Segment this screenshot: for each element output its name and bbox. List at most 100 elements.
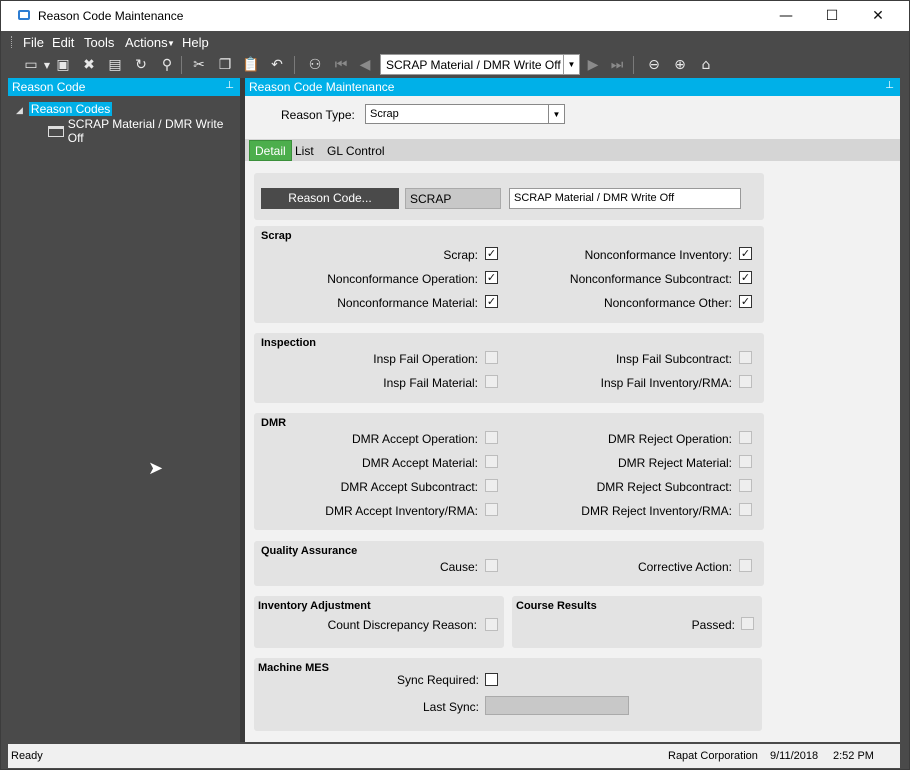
status-time: 2:52 PM — [833, 750, 874, 762]
cause-label: Cause: — [439, 560, 478, 574]
nonconformance-subcontract-label: Nonconformance Subcontract: — [569, 272, 732, 286]
reason-code-button[interactable]: Reason Code... — [261, 188, 399, 209]
dmr-accept-subcontract-checkbox[interactable] — [485, 479, 498, 492]
save-icon[interactable]: ▣ — [53, 55, 73, 75]
delete-icon[interactable]: ✖ — [79, 55, 99, 75]
insp-fail-operation-checkbox[interactable] — [485, 351, 498, 364]
menu-help[interactable]: Help — [182, 35, 209, 50]
corrective-action-checkbox[interactable] — [739, 559, 752, 572]
quality-assurance-group: Quality Assurance Cause: Corrective Acti… — [254, 541, 764, 586]
sync-required-label: Sync Required: — [396, 673, 479, 687]
tree-panel-header: Reason Code ⊥ — [8, 78, 240, 96]
insp-fail-material-checkbox[interactable] — [485, 375, 498, 388]
actions-dropdown-icon: ▼ — [167, 39, 175, 48]
dmr-reject-subcontract-checkbox[interactable] — [739, 479, 752, 492]
menu-tools[interactable]: Tools — [84, 35, 114, 50]
course-results-group: Course Results Passed: — [512, 596, 762, 648]
copy-icon[interactable]: ❐ — [215, 55, 235, 75]
tree-root-node[interactable]: ◢ Reason Codes — [16, 102, 113, 116]
open-book-icon[interactable]: ▤ — [105, 55, 125, 75]
scrap-group: Scrap Scrap: ✓ Nonconformance Operation:… — [254, 226, 764, 323]
menu-edit[interactable]: Edit — [52, 35, 74, 50]
next-record-icon[interactable]: ▶ — [583, 55, 603, 75]
pin-icon[interactable]: ⊥ — [885, 80, 894, 91]
cut-icon[interactable]: ✂ — [189, 55, 209, 75]
detail-panel-header: Reason Code Maintenance ⊥ — [245, 78, 900, 96]
status-company: Rapat Corporation — [668, 750, 758, 762]
machine-mes-group-title: Machine MES — [258, 662, 329, 674]
nonconformance-subcontract-checkbox[interactable]: ✓ — [739, 271, 752, 284]
count-discrepancy-reason-checkbox[interactable] — [485, 618, 498, 631]
menu-file[interactable]: File — [23, 35, 44, 50]
description-field[interactable]: SCRAP Material / DMR Write Off — [509, 188, 741, 209]
dmr-reject-inventory-rma-checkbox[interactable] — [739, 503, 752, 516]
scrap-checkbox[interactable]: ✓ — [485, 247, 498, 260]
first-record-icon[interactable]: ⏮ — [331, 55, 351, 75]
tree-panel: Reason Code ⊥ ◢ Reason Codes SCRAP Materi… — [8, 78, 240, 742]
dmr-reject-material-checkbox[interactable] — [739, 455, 752, 468]
tree-child-node[interactable]: SCRAP Material / DMR Write Off — [48, 117, 240, 145]
toolbar-separator — [181, 56, 182, 74]
nonconformance-operation-label: Nonconformance Operation: — [327, 272, 478, 286]
cause-checkbox[interactable] — [485, 559, 498, 572]
app-window: Reason Code Maintenance — ☐ ✕ File Edit … — [0, 0, 910, 770]
insp-fail-inventory-rma-label: Insp Fail Inventory/RMA: — [600, 376, 732, 390]
tree-child-label[interactable]: SCRAP Material / DMR Write Off — [68, 117, 240, 145]
dmr-reject-subcontract-label: DMR Reject Subcontract: — [596, 480, 732, 494]
previous-record-icon[interactable]: ◀ — [355, 55, 375, 75]
nonconformance-inventory-label: Nonconformance Inventory: — [584, 248, 732, 262]
dmr-accept-operation-checkbox[interactable] — [485, 431, 498, 444]
nonconformance-inventory-checkbox[interactable]: ✓ — [739, 247, 752, 260]
search-binoculars-icon[interactable]: ⚇ — [305, 55, 325, 75]
dmr-reject-operation-checkbox[interactable] — [739, 431, 752, 444]
dmr-accept-material-checkbox[interactable] — [485, 455, 498, 468]
expand-arrow-icon[interactable]: ◢ — [16, 105, 23, 115]
record-navigator-value: SCRAP Material / DMR Write Off — [386, 58, 561, 72]
tab-list[interactable]: List — [291, 142, 318, 161]
refresh-icon[interactable]: ↻ — [131, 55, 151, 75]
inventory-adjustment-group-title: Inventory Adjustment — [258, 600, 371, 612]
passed-label: Passed: — [691, 618, 735, 632]
tab-gl-control[interactable]: GL Control — [323, 142, 389, 161]
clear-brush-icon[interactable]: ⚲ — [157, 55, 177, 75]
tree-root-label[interactable]: Reason Codes — [28, 102, 113, 116]
insp-fail-subcontract-checkbox[interactable] — [739, 351, 752, 364]
menu-actions[interactable]: Actions — [125, 35, 168, 50]
dmr-reject-inventory-rma-label: DMR Reject Inventory/RMA: — [581, 504, 732, 518]
count-discrepancy-reason-label: Count Discrepancy Reason: — [327, 618, 477, 632]
last-sync-label: Last Sync: — [422, 700, 479, 714]
forward-icon[interactable]: ⊕ — [670, 55, 690, 75]
last-sync-field — [485, 696, 629, 715]
dmr-accept-inventory-rma-checkbox[interactable] — [485, 503, 498, 516]
record-navigator-combo[interactable]: SCRAP Material / DMR Write Off ▼ — [380, 54, 580, 75]
nonconformance-other-checkbox[interactable]: ✓ — [739, 295, 752, 308]
chevron-down-icon[interactable]: ▼ — [548, 105, 564, 123]
reason-type-label: Reason Type: — [281, 108, 355, 122]
passed-checkbox[interactable] — [741, 617, 754, 630]
status-bar: Ready Rapat Corporation 9/11/2018 2:52 P… — [8, 744, 900, 768]
inspection-group-title: Inspection — [261, 337, 317, 349]
minimize-button[interactable]: — — [763, 1, 809, 31]
nonconformance-operation-checkbox[interactable]: ✓ — [485, 271, 498, 284]
detail-panel-title: Reason Code Maintenance — [249, 80, 395, 94]
insp-fail-inventory-rma-checkbox[interactable] — [739, 375, 752, 388]
sync-required-checkbox[interactable] — [485, 673, 498, 686]
close-button[interactable]: ✕ — [855, 1, 901, 31]
back-icon[interactable]: ⊖ — [644, 55, 664, 75]
chevron-down-icon[interactable]: ▼ — [563, 55, 579, 74]
home-icon[interactable]: ⌂ — [696, 55, 716, 75]
maximize-button[interactable]: ☐ — [809, 1, 855, 31]
inventory-adjustment-group: Inventory Adjustment Count Discrepancy R… — [254, 596, 504, 648]
last-record-icon[interactable]: ⏭ — [607, 55, 627, 75]
toolbar-separator — [294, 56, 295, 74]
tree-panel-title: Reason Code — [12, 80, 86, 94]
reason-code-field[interactable]: SCRAP — [405, 188, 501, 209]
tab-detail[interactable]: Detail — [249, 140, 292, 161]
undo-icon[interactable]: ↶ — [267, 55, 287, 75]
quality-assurance-group-title: Quality Assurance — [261, 545, 358, 557]
reason-type-select[interactable]: Scrap ▼ — [365, 104, 565, 124]
nonconformance-material-checkbox[interactable]: ✓ — [485, 295, 498, 308]
paste-icon[interactable]: 📋 — [241, 55, 261, 75]
pin-icon[interactable]: ⊥ — [225, 80, 234, 91]
nonconformance-other-label: Nonconformance Other: — [603, 296, 732, 310]
